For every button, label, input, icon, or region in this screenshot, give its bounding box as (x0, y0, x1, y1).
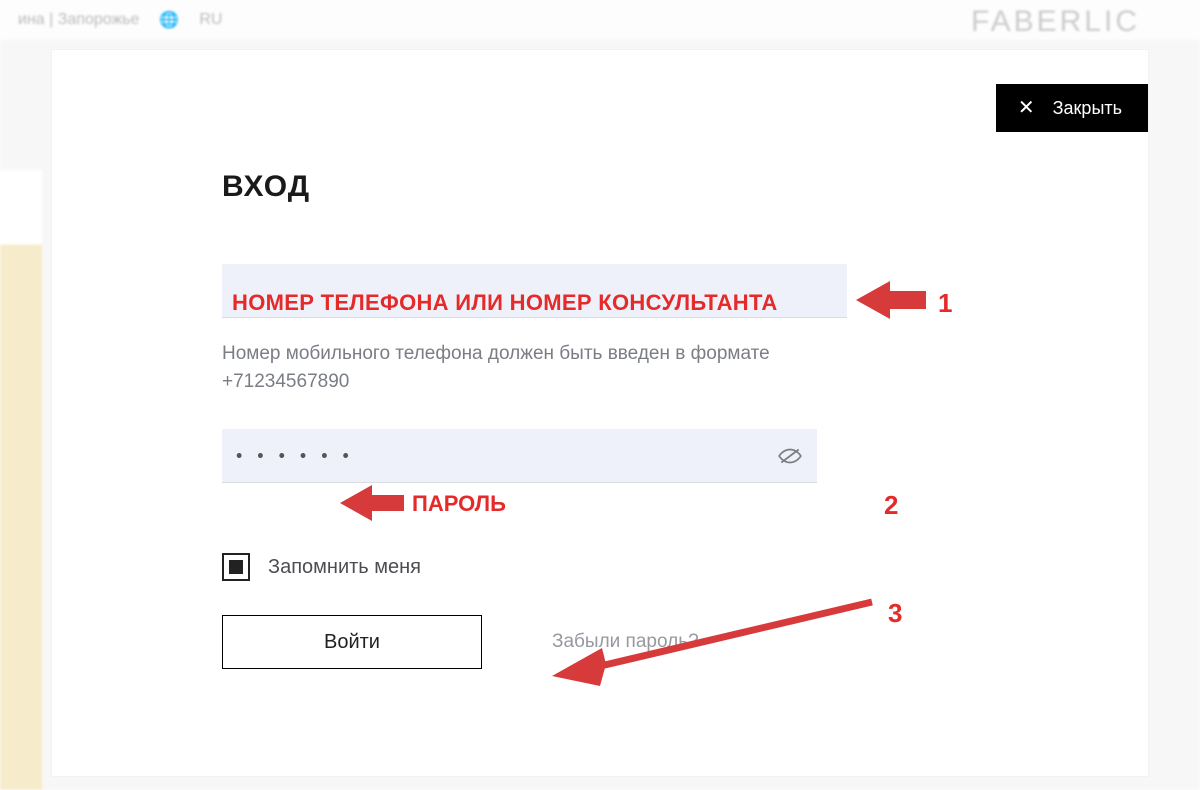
toggle-password-icon[interactable] (777, 443, 803, 469)
remember-label: Запомнить меня (268, 556, 421, 579)
modal-title: ВХОД (222, 170, 922, 204)
username-field-wrap (222, 264, 847, 318)
annotation-arrow-3 (552, 590, 882, 680)
annotation-arrow-2 (340, 482, 404, 524)
checkbox-check-icon (229, 560, 243, 574)
username-hint: Номер мобильного телефона должен быть вв… (222, 340, 862, 395)
remember-checkbox[interactable] (222, 553, 250, 581)
side-strip (0, 170, 42, 790)
lang-code: RU (199, 11, 222, 29)
password-field-wrap: • • • • • • (222, 429, 817, 483)
close-label: Закрыть (1053, 98, 1122, 119)
close-icon: ✕ (1018, 98, 1035, 118)
login-button[interactable]: Войти (222, 615, 482, 669)
annotation-arrow-1 (856, 277, 926, 323)
brand-logo: FABERLIC (971, 5, 1140, 39)
globe-icon: 🌐 (159, 10, 179, 30)
username-input[interactable] (222, 264, 847, 317)
password-mask: • • • • • • (236, 445, 354, 466)
close-button[interactable]: ✕ Закрыть (996, 84, 1148, 132)
location-text: ина | Запорожье (18, 11, 139, 29)
